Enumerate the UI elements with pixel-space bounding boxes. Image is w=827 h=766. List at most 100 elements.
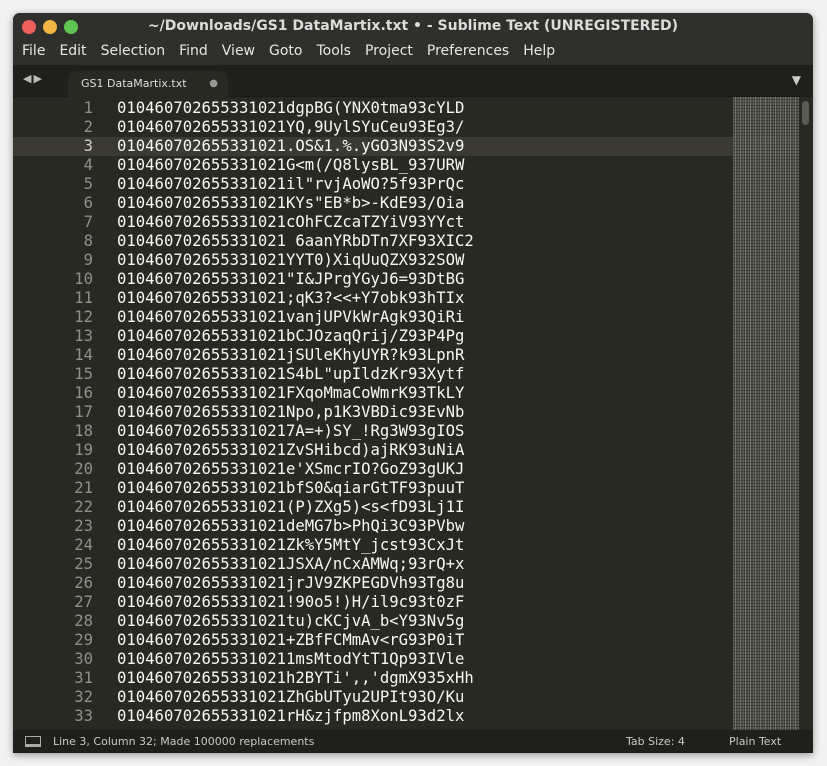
- code-line[interactable]: 25 010460702655331021JSXA/nCxAMWq;93rQ+x: [13, 555, 813, 574]
- code-line[interactable]: 8 010460702655331021 6aanYRbDTn7XF93XIC2: [13, 232, 813, 251]
- line-text[interactable]: 010460702655331021tu)cKCjvA_b<Y93Nv5g: [117, 612, 464, 631]
- menu-help[interactable]: Help: [516, 40, 562, 65]
- line-text[interactable]: 010460702655331021YYT0)XiqUuQZX932SOW: [117, 251, 464, 270]
- line-text[interactable]: 010460702655331021S4bL"upIldzKr93Xytf: [117, 365, 464, 384]
- line-number: 7: [83, 213, 93, 231]
- line-number: 14: [74, 346, 93, 364]
- line-text[interactable]: 010460702655331021;qK3?<<+Y7obk93hTIx: [117, 289, 464, 308]
- code-line[interactable]: 5 010460702655331021il"rvjAoWO?5f93PrQc: [13, 175, 813, 194]
- line-text[interactable]: 010460702655331021"I&JPrgYGyJ6=93DtBG: [117, 270, 464, 289]
- line-text[interactable]: 010460702655331021Npo,p1K3VBDic93EvNb: [117, 403, 464, 422]
- line-text[interactable]: 010460702655331021+ZBfFCMmAv<rG93P0iT: [117, 631, 464, 650]
- cursor-position-status: Line 3, Column 32; Made 100000 replaceme…: [53, 735, 315, 748]
- line-text[interactable]: 010460702655331021KYs"EB*b>-KdE93/Oia: [117, 194, 464, 213]
- code-line[interactable]: 17 010460702655331021Npo,p1K3VBDic93EvNb: [13, 403, 813, 422]
- code-line[interactable]: 9 010460702655331021YYT0)XiqUuQZX932SOW: [13, 251, 813, 270]
- menu-edit[interactable]: Edit: [52, 40, 93, 65]
- line-text[interactable]: 010460702655331021FXqoMmaCoWmrK93TkLY: [117, 384, 464, 403]
- modified-indicator-icon[interactable]: ●: [209, 71, 218, 97]
- code-line[interactable]: 7 010460702655331021cOhFCZcaTZYiV93YYct: [13, 213, 813, 232]
- menu-find[interactable]: Find: [172, 40, 215, 65]
- code-line[interactable]: 11 010460702655331021;qK3?<<+Y7obk93hTIx: [13, 289, 813, 308]
- menu-tools[interactable]: Tools: [309, 40, 358, 65]
- menu-selection[interactable]: Selection: [94, 40, 173, 65]
- code-line[interactable]: 28 010460702655331021tu)cKCjvA_b<Y93Nv5g: [13, 612, 813, 631]
- minimap[interactable]: [733, 97, 799, 730]
- menu-goto[interactable]: Goto: [262, 40, 309, 65]
- code-line[interactable]: 18 0104607026553310217A=+)SY_!Rg3W93gIOS: [13, 422, 813, 441]
- close-button[interactable]: [22, 20, 36, 34]
- code-line[interactable]: 1 010460702655331021dgpBG(YNX0tma93cYLD: [13, 99, 813, 118]
- line-text[interactable]: 010460702655331021vanjUPVkWrAgk93QiRi: [117, 308, 464, 327]
- tab-navigation-arrows-icon[interactable]: ◀▶: [23, 72, 44, 85]
- line-text[interactable]: 010460702655331021bCJOzaqQrij/Z93P4Pg: [117, 327, 464, 346]
- syntax-selector[interactable]: Plain Text: [729, 730, 781, 753]
- line-text[interactable]: 010460702655331021jrJV9ZKPEGDVh93Tg8u: [117, 574, 464, 593]
- menu-project[interactable]: Project: [358, 40, 420, 65]
- line-text[interactable]: 010460702655331021YQ,9UylSYuCeu93Eg3/: [117, 118, 464, 137]
- code-line[interactable]: 14 010460702655331021jSUleKhyUYR?k93LpnR: [13, 346, 813, 365]
- tab-list-dropdown-icon[interactable]: ▼: [792, 73, 801, 87]
- code-line[interactable]: 22 010460702655331021(P)ZXg5)<s<fD93Lj1I: [13, 498, 813, 517]
- line-text[interactable]: 010460702655331021!90o5!)H/il9c93t0zF: [117, 593, 464, 612]
- line-text[interactable]: 010460702655331021h2BYTi',,'dgmX935xHh: [117, 669, 474, 688]
- scrollbar-thumb[interactable]: [802, 101, 809, 125]
- code-lines[interactable]: 1 010460702655331021dgpBG(YNX0tma93cYLD 2 0…: [13, 97, 813, 726]
- maximize-button[interactable]: [64, 20, 78, 34]
- code-line[interactable]: 27 010460702655331021!90o5!)H/il9c93t0zF: [13, 593, 813, 612]
- code-line[interactable]: 6 010460702655331021KYs"EB*b>-KdE93/Oia: [13, 194, 813, 213]
- code-line[interactable]: 15 010460702655331021S4bL"upIldzKr93Xytf: [13, 365, 813, 384]
- code-line[interactable]: 12 010460702655331021vanjUPVkWrAgk93QiRi: [13, 308, 813, 327]
- line-text[interactable]: 010460702655331021.OS&1.%.yGO3N93S2v9: [117, 137, 464, 156]
- code-line[interactable]: 10 010460702655331021"I&JPrgYGyJ6=93DtBG: [13, 270, 813, 289]
- line-text[interactable]: 0104607026553310211msMtodYtT1Qp93IVle: [117, 650, 464, 669]
- tab-gs1-datamartix[interactable]: GS1 DataMartix.txt ●: [68, 71, 228, 97]
- code-line[interactable]: 33 010460702655331021rH&zjfpm8XonL93d2lx: [13, 707, 813, 726]
- status-bar: Line 3, Column 32; Made 100000 replaceme…: [13, 730, 813, 753]
- line-text[interactable]: 010460702655331021il"rvjAoWO?5f93PrQc: [117, 175, 464, 194]
- line-text[interactable]: 010460702655331021rH&zjfpm8XonL93d2lx: [117, 707, 464, 726]
- tab-bar: ◀▶ GS1 DataMartix.txt ● ▼: [13, 65, 813, 97]
- code-line[interactable]: 31 010460702655331021h2BYTi',,'dgmX935xHh: [13, 669, 813, 688]
- minimize-button[interactable]: [43, 20, 57, 34]
- tab-size-selector[interactable]: Tab Size: 4: [626, 730, 685, 753]
- line-text[interactable]: 010460702655331021e'XSmcrIO?GoZ93gUKJ: [117, 460, 464, 479]
- code-line[interactable]: 32 010460702655331021ZhGbUTyu2UPIt93O/Ku: [13, 688, 813, 707]
- panel-toggle-icon[interactable]: [25, 736, 41, 747]
- code-line[interactable]: 26 010460702655331021jrJV9ZKPEGDVh93Tg8u: [13, 574, 813, 593]
- code-line[interactable]: 29 010460702655331021+ZBfFCMmAv<rG93P0iT: [13, 631, 813, 650]
- line-number: 30: [74, 650, 93, 668]
- text-editor[interactable]: 1 010460702655331021dgpBG(YNX0tma93cYLD 2 0…: [13, 97, 813, 730]
- line-text[interactable]: 010460702655331021JSXA/nCxAMWq;93rQ+x: [117, 555, 464, 574]
- line-text[interactable]: 010460702655331021cOhFCZcaTZYiV93YYct: [117, 213, 464, 232]
- code-line[interactable]: 4 010460702655331021G<m(/Q8lysBL_937URW: [13, 156, 813, 175]
- code-line[interactable]: 30 0104607026553310211msMtodYtT1Qp93IVle: [13, 650, 813, 669]
- line-text[interactable]: 010460702655331021Zk%Y5MtY_jcst93CxJt: [117, 536, 464, 555]
- line-text[interactable]: 010460702655331021G<m(/Q8lysBL_937URW: [117, 156, 464, 175]
- code-line[interactable]: 16 010460702655331021FXqoMmaCoWmrK93TkLY: [13, 384, 813, 403]
- code-line[interactable]: 20 010460702655331021e'XSmcrIO?GoZ93gUKJ: [13, 460, 813, 479]
- menu-preferences[interactable]: Preferences: [420, 40, 516, 65]
- line-number: 10: [74, 270, 93, 288]
- line-text[interactable]: 010460702655331021dgpBG(YNX0tma93cYLD: [117, 99, 464, 118]
- vertical-scrollbar[interactable]: [799, 97, 813, 730]
- code-line[interactable]: 24 010460702655331021Zk%Y5MtY_jcst93CxJt: [13, 536, 813, 555]
- line-text[interactable]: 010460702655331021bfS0&qiarGtTF93puuT: [117, 479, 464, 498]
- menu-view[interactable]: View: [215, 40, 262, 65]
- code-line[interactable]: 19 010460702655331021ZvSHibcd)ajRK93uNiA: [13, 441, 813, 460]
- code-line[interactable]: 13 010460702655331021bCJOzaqQrij/Z93P4Pg: [13, 327, 813, 346]
- line-text[interactable]: 010460702655331021deMG7b>PhQi3C93PVbw: [117, 517, 464, 536]
- line-text[interactable]: 010460702655331021ZvSHibcd)ajRK93uNiA: [117, 441, 464, 460]
- line-text[interactable]: 010460702655331021 6aanYRbDTn7XF93XIC2: [117, 232, 474, 251]
- code-line[interactable]: 23 010460702655331021deMG7b>PhQi3C93PVbw: [13, 517, 813, 536]
- line-number: 9: [83, 251, 93, 269]
- code-line[interactable]: 2 010460702655331021YQ,9UylSYuCeu93Eg3/: [13, 118, 813, 137]
- line-number: 29: [74, 631, 93, 649]
- code-line[interactable]: 21 010460702655331021bfS0&qiarGtTF93puuT: [13, 479, 813, 498]
- code-line[interactable]: 3 010460702655331021.OS&1.%.yGO3N93S2v9: [13, 137, 813, 156]
- line-text[interactable]: 010460702655331021ZhGbUTyu2UPIt93O/Ku: [117, 688, 464, 707]
- line-text[interactable]: 0104607026553310217A=+)SY_!Rg3W93gIOS: [117, 422, 464, 441]
- line-text[interactable]: 010460702655331021(P)ZXg5)<s<fD93Lj1I: [117, 498, 464, 517]
- line-text[interactable]: 010460702655331021jSUleKhyUYR?k93LpnR: [117, 346, 464, 365]
- menu-file[interactable]: File: [15, 40, 52, 65]
